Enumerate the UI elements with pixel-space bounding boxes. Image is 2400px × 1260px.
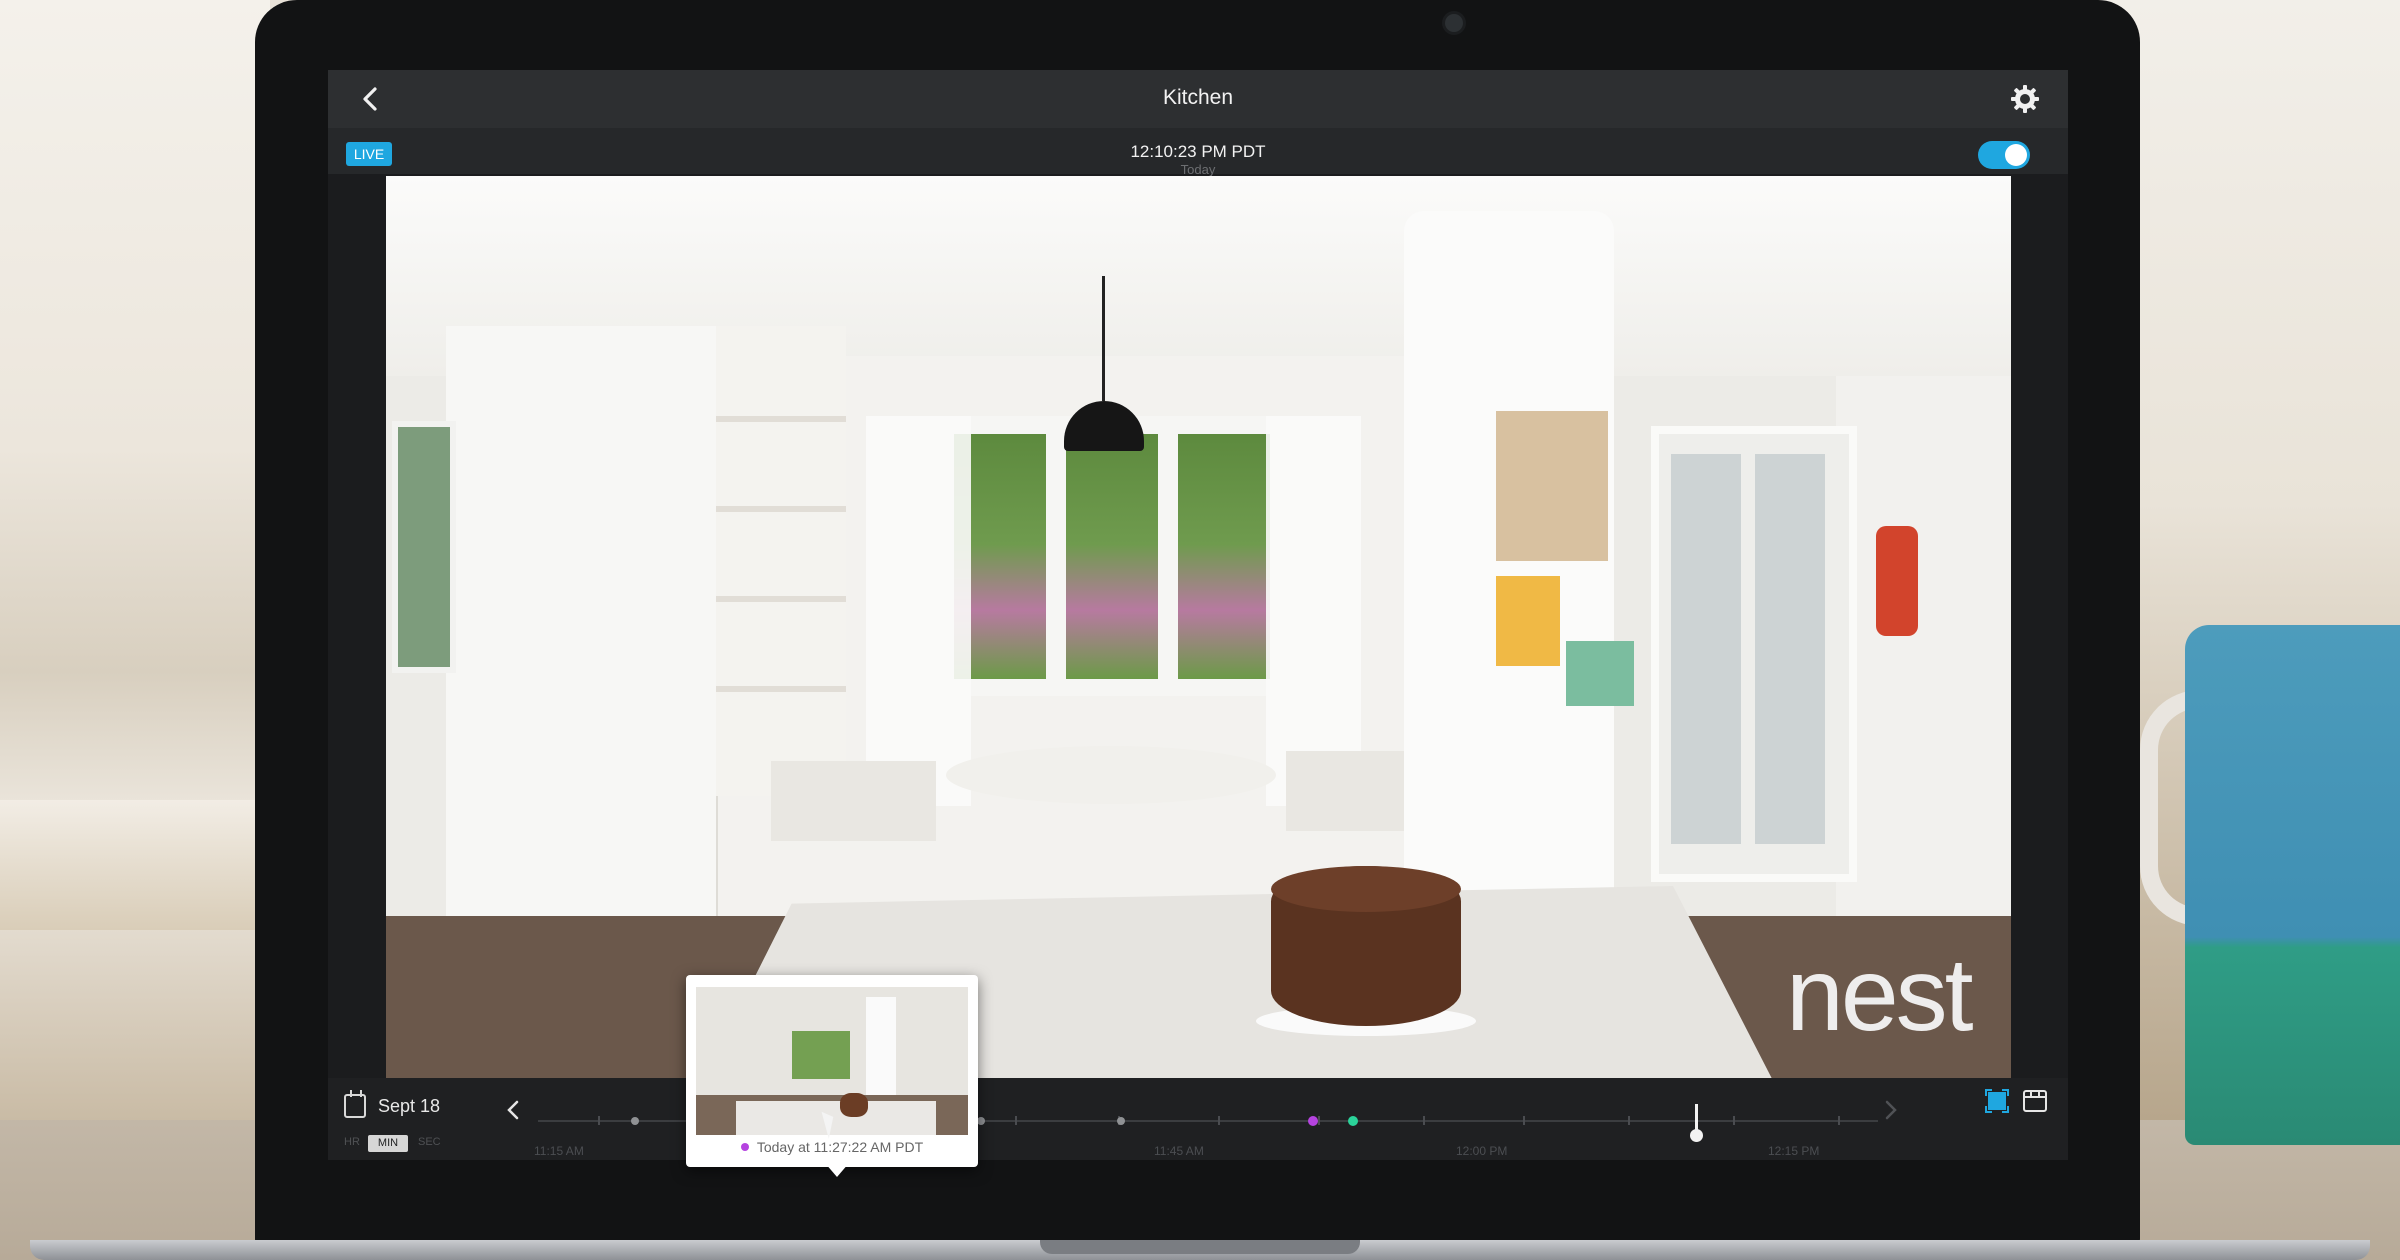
timeline-time-label: 12:00 PM bbox=[1456, 1144, 1508, 1158]
current-day: Today bbox=[1180, 162, 1216, 177]
event-dot-icon bbox=[740, 1143, 749, 1151]
scene-artwork bbox=[1496, 576, 1560, 666]
thumb-cake bbox=[840, 1093, 868, 1117]
popup-pointer bbox=[825, 1163, 849, 1177]
scene-right-wall bbox=[1836, 376, 2011, 936]
fullscreen-button[interactable] bbox=[1984, 1088, 2010, 1114]
timeline-tick bbox=[1423, 1116, 1425, 1125]
title-bar: Kitchen bbox=[328, 70, 2068, 128]
grid-view-icon bbox=[2023, 1090, 2047, 1112]
scene-cabinets bbox=[446, 326, 718, 946]
timeline-tick bbox=[598, 1116, 600, 1125]
date-label: Sept 18 bbox=[378, 1096, 441, 1116]
scene-shelving bbox=[716, 326, 846, 796]
scene-cake-top bbox=[1271, 866, 1461, 912]
timeline-tick bbox=[1015, 1116, 1017, 1125]
gear-icon bbox=[2011, 85, 2039, 113]
scene-french-door bbox=[1651, 426, 1857, 882]
door-glass bbox=[1755, 454, 1825, 844]
scene-artwork bbox=[1566, 641, 1634, 706]
settings-button[interactable] bbox=[2008, 82, 2042, 116]
timeline-tick bbox=[1733, 1116, 1735, 1125]
scene-lamp-cord bbox=[1102, 276, 1105, 401]
camera-video-feed[interactable]: nest bbox=[386, 176, 2011, 1078]
scene-table bbox=[946, 746, 1276, 804]
app-screen: Kitchen LIVE 12:10:23 PM PDT Today nest … bbox=[328, 70, 2068, 1177]
timeline-event-marker[interactable] bbox=[631, 1117, 639, 1125]
timeline-playhead[interactable] bbox=[1690, 1104, 1703, 1142]
laptop-base-notch bbox=[1040, 1240, 1360, 1254]
timeline-previous-button[interactable] bbox=[504, 1098, 522, 1129]
window-pane bbox=[1066, 434, 1158, 679]
timeline-time-label: 11:45 AM bbox=[1154, 1144, 1204, 1158]
zoom-second-option[interactable]: SEC bbox=[418, 1136, 441, 1148]
fullscreen-icon bbox=[1985, 1089, 2009, 1113]
door-glass bbox=[1671, 454, 1741, 844]
shelf bbox=[716, 686, 846, 692]
timeline-time-label: 11:15 AM bbox=[534, 1144, 584, 1158]
zoom-minute-option[interactable]: MIN bbox=[368, 1135, 408, 1152]
timeline-event-marker[interactable] bbox=[1348, 1116, 1358, 1126]
webcam bbox=[1445, 14, 1463, 32]
shelf bbox=[716, 506, 846, 512]
shelf bbox=[716, 416, 846, 422]
timeline-tick bbox=[1318, 1116, 1320, 1125]
timeline-tick bbox=[1523, 1116, 1525, 1125]
scene-curtain bbox=[1266, 416, 1361, 806]
timeline-tick bbox=[1218, 1116, 1220, 1125]
background-left bbox=[0, 0, 270, 1120]
scene-artwork bbox=[1496, 411, 1608, 561]
camera-title: Kitchen bbox=[1162, 86, 1234, 109]
current-time: 12:10:23 PM PDT bbox=[1130, 142, 1266, 161]
timeline-event-marker[interactable] bbox=[977, 1117, 985, 1125]
scene-window bbox=[946, 416, 1276, 696]
nest-logo: nest bbox=[1786, 937, 1974, 1053]
chevron-right-icon bbox=[1885, 1100, 1897, 1120]
calendar-icon bbox=[344, 1090, 366, 1118]
chevron-left-icon bbox=[507, 1100, 519, 1120]
scene-bench bbox=[771, 761, 936, 841]
status-bar: LIVE 12:10:23 PM PDT Today bbox=[328, 128, 2068, 177]
timeline-event-marker[interactable] bbox=[1117, 1117, 1125, 1125]
zoom-hour-option[interactable]: HR bbox=[344, 1136, 360, 1148]
background-shelf bbox=[0, 800, 260, 930]
event-preview-time: Today at 11:27:22 AM PDT bbox=[756, 1139, 924, 1155]
thumb-pillar bbox=[866, 997, 896, 1107]
timeline-bar: Sept 18 HR MIN SEC 11:15 AM11:30 AM11:45… bbox=[328, 1078, 2068, 1160]
scene-curtain bbox=[866, 416, 971, 806]
camera-power-toggle[interactable] bbox=[1978, 141, 2030, 169]
mug bbox=[2185, 625, 2400, 1145]
shelf bbox=[716, 596, 846, 602]
timeline-event-marker[interactable] bbox=[1308, 1116, 1318, 1126]
scene-coat bbox=[1876, 526, 1918, 636]
thumb-window bbox=[792, 1031, 850, 1079]
timeline-tick bbox=[1838, 1116, 1840, 1125]
timeline-time-label: 12:15 PM bbox=[1768, 1144, 1820, 1158]
toggle-knob bbox=[2005, 144, 2027, 166]
event-preview-caption: Today at 11:27:22 AM PDT bbox=[686, 1139, 978, 1155]
scene-side-window bbox=[392, 421, 456, 673]
window-pane bbox=[1178, 434, 1270, 679]
event-preview-popup[interactable]: Today at 11:27:22 AM PDT bbox=[686, 975, 978, 1177]
grid-view-button[interactable] bbox=[2022, 1088, 2048, 1114]
timeline-tick bbox=[1628, 1116, 1630, 1125]
timeline-next-button[interactable] bbox=[1882, 1098, 1900, 1129]
